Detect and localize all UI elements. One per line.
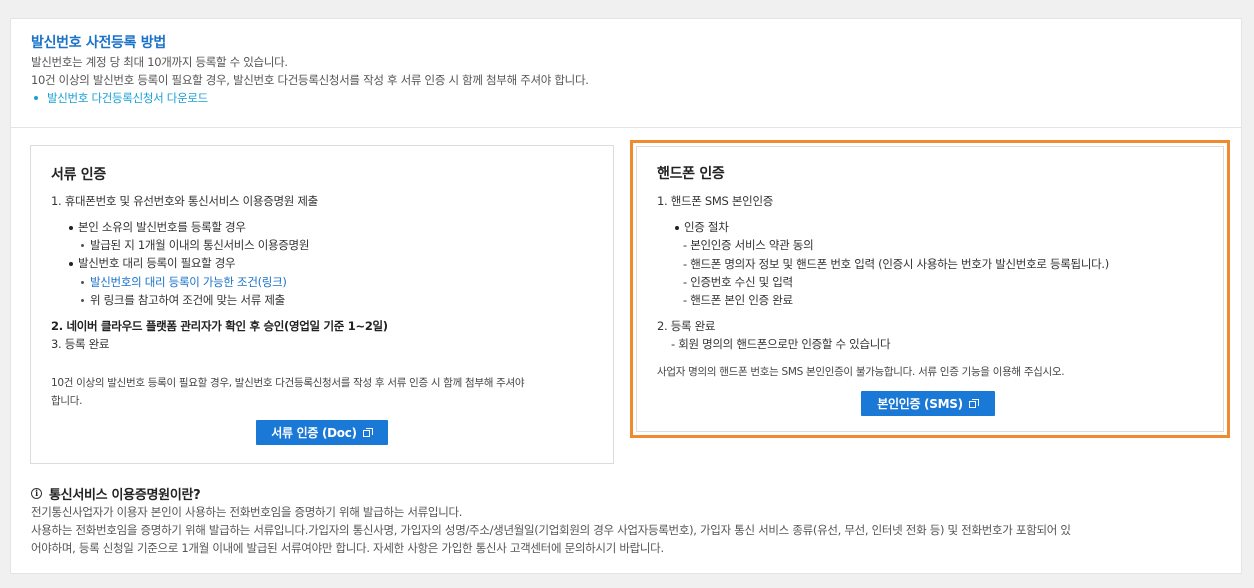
info-line-1: 전기통신사업자가 이용자 본인이 사용하는 전화번호임을 증명하기 위해 발급하… xyxy=(31,505,463,519)
doc-case-2: 발신번호 대리 등록이 필요할 경우 xyxy=(69,254,236,272)
document-verification-card: 서류 인증 1. 휴대폰번호 및 유선번호와 통신서비스 이용증명원 제출 본인… xyxy=(30,145,614,464)
sms-procedure: 인증 절차 xyxy=(675,218,729,236)
doc-case-1-sub: 발급된 지 1개월 이내의 통신서비스 이용증명원 xyxy=(81,236,309,254)
sms-verify-button[interactable]: 본인인증 (SMS) xyxy=(861,391,995,416)
sms-verification-highlight: 핸드폰 인증 1. 핸드폰 SMS 본인인증 인증 절차 - 본인인증 서비스 … xyxy=(630,140,1230,438)
doc-card-title: 서류 인증 xyxy=(51,167,106,183)
sms-step-1: 1. 핸드폰 SMS 본인인증 xyxy=(657,194,774,208)
doc-step-2: 2. 네이버 클라우드 플랫폼 관리자가 확인 후 승인(영업일 기준 1~2일… xyxy=(51,319,388,333)
sms-step-2-sub: - 회원 명의의 핸드폰으로만 인증할 수 있습니다 xyxy=(671,337,891,351)
doc-case-1: 본인 소유의 발신번호를 등록할 경우 xyxy=(69,218,246,236)
external-window-icon xyxy=(968,398,979,409)
sms-proc-2: - 핸드폰 명의자 정보 및 핸드폰 번호 입력 (인증시 사용하는 번호가 발… xyxy=(683,257,1109,271)
sms-note: 사업자 명의의 핸드폰 번호는 SMS 본인인증이 불가능합니다. 서류 인증 … xyxy=(657,366,1065,378)
section-divider xyxy=(11,127,1241,128)
doc-step-3: 3. 등록 완료 xyxy=(51,337,110,351)
header-description-2: 10건 이상의 발신번호 등록이 필요할 경우, 발신번호 다건등록신청서를 작… xyxy=(31,73,589,87)
bullet-icon xyxy=(81,281,84,284)
bullet-icon xyxy=(81,299,84,302)
header-section: 발신번호 사전등록 방법 발신번호는 계정 당 최대 10개까지 등록할 수 있… xyxy=(31,33,1221,107)
proxy-condition-row: 발신번호의 대리 등록이 가능한 조건(링크) xyxy=(81,273,287,291)
doc-verify-button[interactable]: 서류 인증 (Doc) xyxy=(256,420,388,445)
external-window-icon xyxy=(362,427,373,438)
registration-panel: 발신번호 사전등록 방법 발신번호는 계정 당 최대 10개까지 등록할 수 있… xyxy=(10,18,1242,574)
doc-case-2-sub: 위 링크를 참고하여 조건에 맞는 서류 제출 xyxy=(81,291,285,309)
proxy-condition-link[interactable]: 발신번호의 대리 등록이 가능한 조건(링크) xyxy=(90,275,287,289)
doc-note-line-2: 합니다. xyxy=(51,395,83,407)
download-form-label: 발신번호 다건등록신청서 다운로드 xyxy=(47,91,208,105)
bullet-icon xyxy=(34,96,38,100)
info-circle-icon: i xyxy=(31,487,42,499)
download-form-link[interactable]: 발신번호 다건등록신청서 다운로드 xyxy=(31,89,1221,107)
sms-card-title: 핸드폰 인증 xyxy=(657,166,725,182)
sms-step-2: 2. 등록 완료 xyxy=(657,319,716,333)
sms-proc-1: - 본인인증 서비스 약관 동의 xyxy=(683,238,814,252)
info-title: i 통신서비스 이용증명원이란? xyxy=(31,483,1231,503)
bullet-icon xyxy=(81,244,84,247)
header-description-1: 발신번호는 계정 당 최대 10개까지 등록할 수 있습니다. xyxy=(31,55,288,69)
sms-proc-3: - 인증번호 수신 및 입력 xyxy=(683,275,793,289)
sms-verification-card: 핸드폰 인증 1. 핸드폰 SMS 본인인증 인증 절차 - 본인인증 서비스 … xyxy=(636,146,1224,432)
doc-step-1: 1. 휴대폰번호 및 유선번호와 통신서비스 이용증명원 제출 xyxy=(51,194,318,208)
bullet-icon xyxy=(675,225,679,230)
page-title: 발신번호 사전등록 방법 xyxy=(31,35,166,51)
bullet-icon xyxy=(69,261,73,266)
doc-note-line-1: 10건 이상의 발신번호 등록이 필요할 경우, 발신번호 다건등록신청서를 작… xyxy=(51,377,525,389)
bullet-icon xyxy=(69,225,73,230)
certificate-info-section: i 통신서비스 이용증명원이란? 전기통신사업자가 이용자 본인이 사용하는 전… xyxy=(31,483,1231,557)
info-line-2: 사용하는 전화번호임을 증명하기 위해 발급하는 서류입니다.가입자의 통신사명… xyxy=(31,523,1071,537)
sms-proc-4: - 핸드폰 본인 인증 완료 xyxy=(683,293,793,307)
info-line-3: 어야하며, 등록 신청일 기준으로 1개월 이내에 발급된 서류여야만 합니다.… xyxy=(31,541,664,555)
